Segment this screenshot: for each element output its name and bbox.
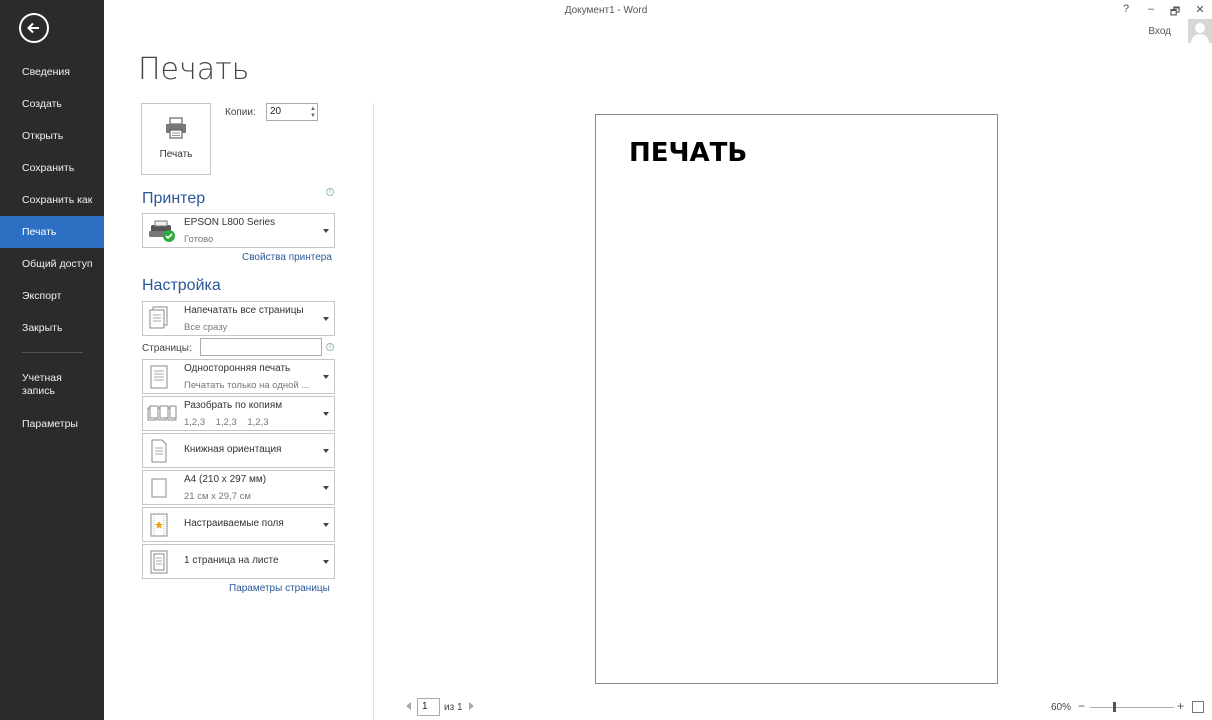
print-button[interactable]: Печать <box>141 103 211 175</box>
window-title: Документ1 - Word <box>564 5 648 16</box>
nav-info[interactable]: Сведения <box>0 56 104 88</box>
nav-save-as[interactable]: Сохранить как <box>0 184 104 216</box>
printer-name: EPSON L800 Series <box>184 217 276 228</box>
printer-heading: Принтер <box>142 190 206 207</box>
chevron-down-icon <box>323 485 329 490</box>
collate-sub: 1,2,3 1,2,3 1,2,3 <box>184 417 269 428</box>
pages-info-icon[interactable]: i <box>326 343 334 351</box>
current-page-input[interactable]: 1 <box>417 698 440 716</box>
printer-ready-icon <box>149 220 175 242</box>
copies-label: Копии: <box>225 107 256 118</box>
print-range-dropdown[interactable]: Напечатать все страницы Все сразу <box>142 301 335 336</box>
zoom-out-button[interactable]: − <box>1078 699 1085 713</box>
panel-divider <box>373 103 374 720</box>
page-title: Печать <box>138 52 250 87</box>
chevron-down-icon <box>323 228 329 233</box>
print-button-label: Печать <box>159 149 193 160</box>
paper-icon <box>151 478 167 497</box>
pages-per-sheet-dropdown[interactable]: 1 страница на листе <box>142 544 335 579</box>
nav-export[interactable]: Экспорт <box>0 280 104 312</box>
back-button[interactable] <box>19 13 49 43</box>
paper-size-sub: 21 см x 29,7 см <box>184 491 251 502</box>
pages-per-sheet-label: 1 страница на листе <box>184 555 279 566</box>
nav-close[interactable]: Закрыть <box>0 312 104 344</box>
collate-label: Разобрать по копиям <box>184 400 283 411</box>
copies-up-icon[interactable]: ▲ <box>310 106 316 112</box>
print-preview-page: ПЕЧАТЬ <box>595 114 998 684</box>
login-link[interactable]: Вход <box>1148 26 1171 37</box>
backstage-sidebar: Сведения Создать Открыть Сохранить Сохра… <box>0 0 104 720</box>
nav-divider <box>22 352 83 353</box>
chevron-down-icon <box>323 316 329 321</box>
paper-size-dropdown[interactable]: А4 (210 x 297 мм) 21 см x 29,7 см <box>142 470 335 505</box>
page-setup-link[interactable]: Параметры страницы <box>229 583 330 594</box>
chevron-down-icon <box>323 448 329 453</box>
orientation-label: Книжная ориентация <box>184 444 282 455</box>
pages-icon <box>149 306 168 328</box>
printer-icon <box>166 117 186 139</box>
minimize-button[interactable]: – <box>1143 3 1159 15</box>
margins-dropdown[interactable]: Настраиваемые поля <box>142 507 335 542</box>
user-avatar-icon[interactable] <box>1188 19 1212 43</box>
zoom-slider-thumb[interactable] <box>1112 702 1116 712</box>
zoom-level[interactable]: 60% <box>1051 702 1071 713</box>
print-range-sub: Все сразу <box>184 322 228 333</box>
back-arrow-icon <box>27 22 39 34</box>
nav-share[interactable]: Общий доступ <box>0 248 104 280</box>
orientation-dropdown[interactable]: Книжная ориентация <box>142 433 335 468</box>
portrait-icon <box>151 439 167 462</box>
sides-sub: Печатать только на одной ... <box>184 380 310 391</box>
close-button[interactable]: ✕ <box>1192 3 1208 16</box>
zoom-slider[interactable] <box>1090 707 1174 708</box>
margins-label: Настраиваемые поля <box>184 518 284 529</box>
nav-open[interactable]: Открыть <box>0 120 104 152</box>
nav-account-line2: запись <box>22 385 55 397</box>
nav-new[interactable]: Создать <box>0 88 104 120</box>
preview-text: ПЕЧАТЬ <box>629 138 748 168</box>
page-per-sheet-icon <box>150 550 168 573</box>
help-button[interactable]: ? <box>1118 3 1134 15</box>
printer-info-icon[interactable]: i <box>326 188 334 196</box>
restore-button[interactable]: 🗗 <box>1167 3 1183 22</box>
print-range-label: Напечатать все страницы <box>184 305 304 316</box>
copies-value: 20 <box>270 106 282 117</box>
paper-size-label: А4 (210 x 297 мм) <box>184 474 267 485</box>
margins-icon <box>150 513 168 536</box>
collate-dropdown[interactable]: Разобрать по копиям 1,2,3 1,2,3 1,2,3 <box>142 396 335 431</box>
copies-down-icon[interactable]: ▼ <box>310 113 316 119</box>
page-count: из 1 <box>444 702 463 713</box>
chevron-down-icon <box>323 374 329 379</box>
next-page-icon[interactable] <box>469 702 474 710</box>
copies-input[interactable]: 20 ▲ ▼ <box>266 103 318 121</box>
printer-properties-link[interactable]: Свойства принтера <box>242 252 332 263</box>
printer-dropdown[interactable]: EPSON L800 Series Готово <box>142 213 335 248</box>
chevron-down-icon <box>323 559 329 564</box>
zoom-to-page-icon[interactable] <box>1192 701 1204 713</box>
chevron-down-icon <box>323 522 329 527</box>
one-sided-icon <box>150 365 168 388</box>
nav-account-line1: Учетная <box>22 372 62 384</box>
pages-label: Страницы: <box>142 343 192 354</box>
zoom-in-button[interactable]: + <box>1177 699 1184 713</box>
pages-input[interactable] <box>200 338 322 356</box>
prev-page-icon[interactable] <box>406 702 411 710</box>
sides-label: Односторонняя печать <box>184 363 291 374</box>
nav-save[interactable]: Сохранить <box>0 152 104 184</box>
nav-print[interactable]: Печать <box>0 216 104 248</box>
sides-dropdown[interactable]: Односторонняя печать Печатать только на … <box>142 359 335 394</box>
nav-account[interactable]: Учетная запись <box>0 368 104 404</box>
collate-icon <box>147 405 177 420</box>
settings-heading: Настройка <box>142 277 221 294</box>
chevron-down-icon <box>323 411 329 416</box>
printer-status: Готово <box>184 234 214 245</box>
nav-options[interactable]: Параметры <box>0 408 104 440</box>
